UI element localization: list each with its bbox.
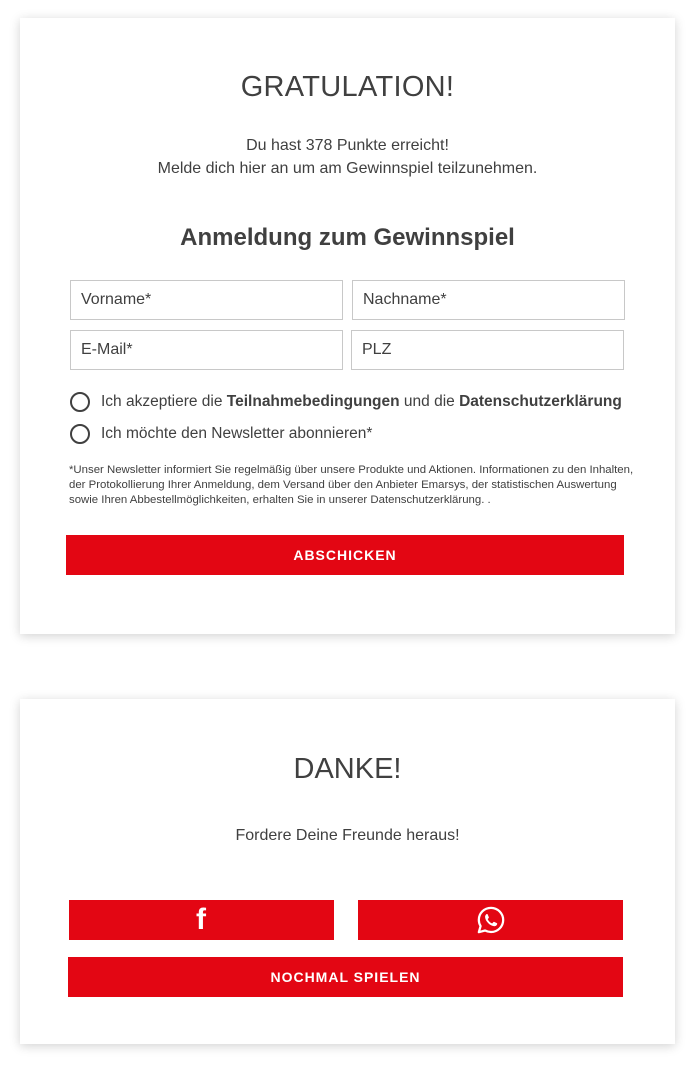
- newsletter-radio[interactable]: [70, 424, 90, 444]
- form-title: Anmeldung zum Gewinnspiel: [180, 224, 515, 251]
- whatsapp-share-button[interactable]: [358, 900, 623, 940]
- signup-card: GRATULATION! Du hast 378 Punkte erreicht…: [20, 18, 675, 634]
- terms-label: Ich akzeptiere die Teilnahmebedingungen …: [101, 393, 622, 411]
- challenge-text: Fordere Deine Freunde heraus!: [235, 827, 460, 844]
- points-message: Du hast 378 Punkte erreicht!: [246, 137, 449, 154]
- facebook-icon: f: [196, 903, 207, 936]
- whatsapp-icon: [477, 906, 504, 934]
- newsletter-footnote: *Unser Newsletter informiert Sie regelmä…: [69, 464, 634, 506]
- thanks-card: DANKE! Fordere Deine Freunde heraus! f N…: [20, 699, 675, 1044]
- play-again-button[interactable]: NOCHMAL SPIELEN: [68, 957, 623, 997]
- last-name-input[interactable]: [352, 280, 625, 320]
- congratulation-title: GRATULATION!: [240, 71, 455, 103]
- facebook-share-button[interactable]: f: [69, 900, 334, 940]
- newsletter-consent-row[interactable]: Ich möchte den Newsletter abonnieren*: [70, 423, 372, 445]
- email-input[interactable]: [70, 330, 343, 370]
- terms-link[interactable]: Teilnahmebedingungen: [227, 393, 400, 410]
- newsletter-label: Ich möchte den Newsletter abonnieren*: [101, 425, 373, 442]
- zip-input[interactable]: [351, 330, 624, 370]
- submit-button[interactable]: ABSCHICKEN: [66, 535, 624, 575]
- terms-middle: und die: [399, 393, 460, 410]
- first-name-input[interactable]: [70, 280, 343, 320]
- privacy-link[interactable]: Datenschutzerklärung: [459, 393, 622, 410]
- signup-prompt: Melde dich hier an um am Gewinnspiel tei…: [157, 160, 538, 177]
- intro-text: Du hast 378 Punkte erreicht! Melde dich …: [20, 134, 675, 180]
- terms-radio[interactable]: [70, 392, 90, 412]
- terms-prefix: Ich akzeptiere die: [101, 393, 227, 410]
- terms-consent-row[interactable]: Ich akzeptiere die Teilnahmebedingungen …: [70, 391, 622, 413]
- thanks-title: DANKE!: [293, 753, 402, 785]
